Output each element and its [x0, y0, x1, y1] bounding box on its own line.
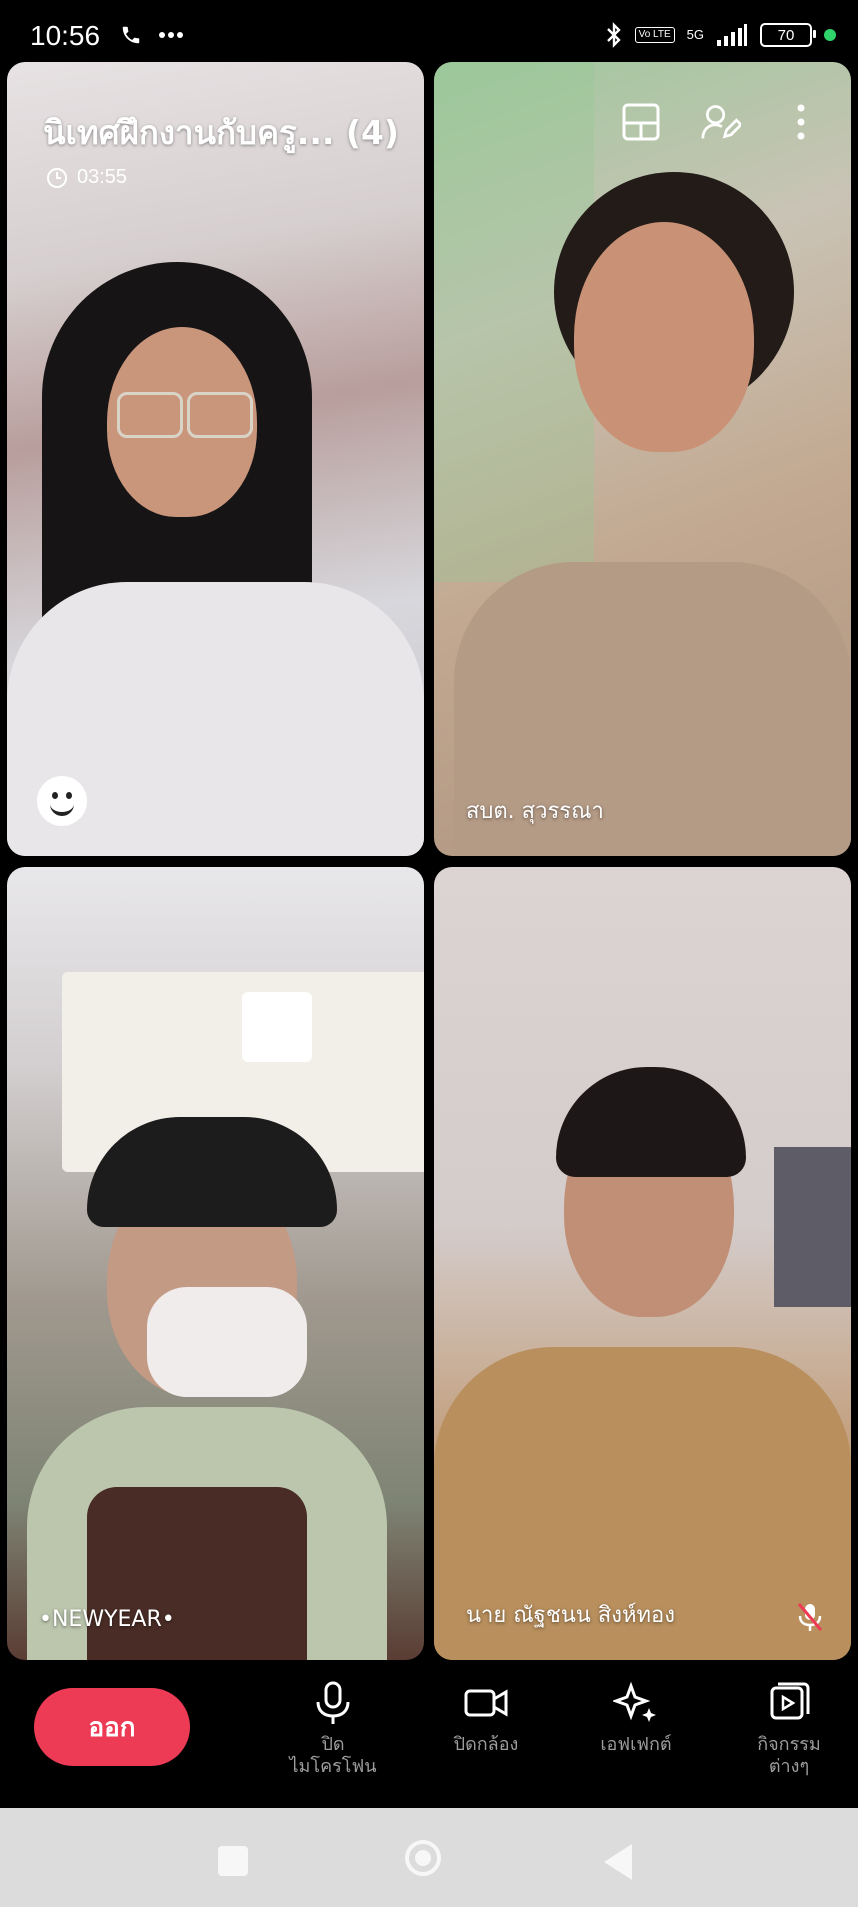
participant-name: สบต. สุวรรณา — [466, 799, 604, 824]
participant-name: •NEWYEAR• — [39, 1607, 175, 1632]
microphone-icon — [316, 1681, 350, 1724]
back-icon[interactable] — [604, 1844, 632, 1880]
video-tile-participant-3[interactable]: •NEWYEAR• — [7, 867, 424, 1660]
video-camera-icon — [464, 1689, 508, 1717]
home-icon[interactable] — [405, 1840, 441, 1876]
video-tile-participant-2[interactable]: สบต. สุวรรณา — [434, 62, 851, 856]
mic-toggle-label: ปิด ไมโครโฟน — [289, 1734, 377, 1777]
mic-toggle-button[interactable]: ปิด ไมโครโฟน — [263, 1680, 403, 1778]
leave-button[interactable]: ออก — [34, 1688, 190, 1766]
battery-icon: 70 — [760, 23, 816, 47]
more-vertical-icon[interactable] — [781, 102, 821, 142]
mic-off-icon — [797, 1602, 823, 1632]
volte-badge: Vo LTE — [634, 27, 675, 43]
sparkle-icon — [613, 1681, 656, 1722]
layout-icon[interactable] — [621, 102, 661, 142]
camera-toggle-label: ปิดกล้อง — [453, 1734, 519, 1755]
participant-name: นาย ณัฐชนน สิงห์ทอง — [466, 1603, 675, 1628]
signal-icon — [717, 24, 747, 46]
video-tile-participant-4[interactable]: นาย ณัฐชนน สิงห์ทอง — [434, 867, 851, 1660]
bluetooth-icon — [606, 22, 621, 48]
camera-toggle-button[interactable]: ปิดกล้อง — [416, 1680, 556, 1756]
call-controls: ออก ปิด ไมโครโฟน ปิดกล้อง เอฟเฟกต์ กิจกร… — [0, 1660, 858, 1808]
status-bar: 10:56 Vo LTE 5G 70 — [0, 0, 858, 62]
activities-icon — [770, 1682, 810, 1720]
phone-icon — [122, 26, 140, 44]
smiley-icon[interactable] — [37, 776, 87, 826]
call-title: นิเทศฝึกงานกับครู... (4) — [43, 113, 400, 152]
system-nav-bar — [0, 1808, 858, 1907]
clock-icon — [47, 167, 67, 188]
status-time: 10:56 — [30, 20, 101, 51]
activities-label: กิจกรรม ต่างๆ — [757, 1734, 821, 1777]
video-tile-self[interactable]: นิเทศฝึกงานกับครู... (4) 03:55 — [7, 62, 424, 856]
call-duration: 03:55 — [77, 166, 128, 188]
effects-label: เอฟเฟกต์ — [600, 1734, 672, 1755]
network-type: 5G — [686, 27, 704, 42]
more-dots-icon — [159, 32, 183, 38]
participant-edit-icon[interactable] — [701, 102, 741, 142]
privacy-indicator-dot — [824, 29, 836, 41]
recent-apps-icon[interactable] — [218, 1846, 248, 1876]
call-timer: 03:55 — [47, 166, 127, 189]
effects-button[interactable]: เอฟเฟกต์ — [566, 1680, 706, 1756]
activities-button[interactable]: กิจกรรม ต่างๆ — [719, 1680, 858, 1778]
